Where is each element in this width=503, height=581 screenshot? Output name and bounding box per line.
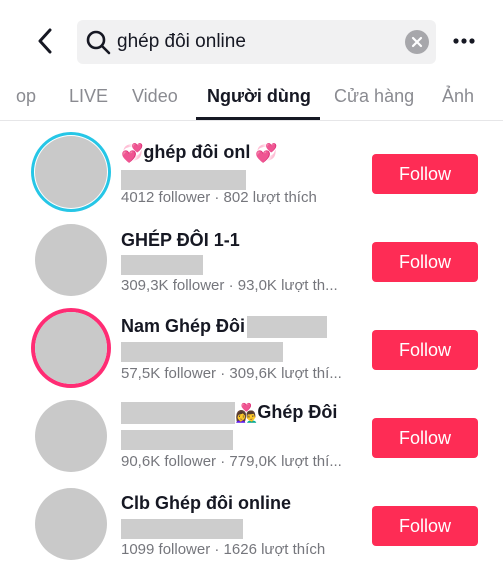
user-row[interactable]: Clb Ghép đôi online 1099 follower · 1626… <box>0 484 503 572</box>
avatar[interactable] <box>31 132 111 212</box>
tab-bar: op LIVE Video Người dùng Cửa hàng Ảnh <box>0 86 503 121</box>
search-query[interactable]: ghép đôi online <box>117 31 246 53</box>
redacted-handle <box>121 170 246 190</box>
user-row[interactable]: GHÉP ĐÔI 1-1 309,3K follower · 93,0K lượ… <box>0 220 503 308</box>
redacted-name <box>121 402 235 425</box>
avatar-image <box>35 488 107 560</box>
user-stats: 90,6K follower · 779,0K lượt thí... <box>121 453 342 470</box>
active-tab-indicator <box>196 117 320 120</box>
user-row[interactable]: Nam Ghép Đôi 57,5K follower · 309,6K lượ… <box>0 308 503 396</box>
avatar[interactable] <box>31 484 111 564</box>
user-name: Nam Ghép Đôi <box>121 316 328 339</box>
redacted-handle <box>121 519 243 539</box>
more-icon[interactable] <box>449 26 479 56</box>
user-name: 👩‍❤️‍👨Ghép Đôi <box>121 402 338 425</box>
user-name: GHÉP ĐÔI 1-1 <box>121 230 240 250</box>
top-bar: ghép đôi online <box>0 0 503 86</box>
tab-photos[interactable]: Ảnh <box>442 86 474 107</box>
clear-icon[interactable] <box>405 30 429 54</box>
follow-button[interactable]: Follow <box>372 330 478 370</box>
user-stats: 1099 follower · 1626 lượt thích <box>121 541 326 558</box>
tab-video[interactable]: Video <box>132 86 178 107</box>
user-name-text: ghép đôi onl <box>143 142 251 162</box>
avatar-image <box>35 224 107 296</box>
user-name-text: Ghép Đôi <box>257 402 338 422</box>
avatar[interactable] <box>31 308 111 388</box>
back-icon[interactable] <box>30 26 60 56</box>
follow-button[interactable]: Follow <box>372 154 478 194</box>
avatar[interactable] <box>31 220 111 300</box>
user-row[interactable]: 👩‍❤️‍👨Ghép Đôi 90,6K follower · 779,0K l… <box>0 396 503 484</box>
tab-live[interactable]: LIVE <box>69 86 108 107</box>
user-name-text: Nam Ghép Đôi <box>121 316 246 336</box>
user-stats: 4012 follower · 802 lượt thích <box>121 189 317 206</box>
user-stats: 309,3K follower · 93,0K lượt th... <box>121 277 338 294</box>
follow-button[interactable]: Follow <box>372 418 478 458</box>
couple-emoji-icon: 👩‍❤️‍👨 <box>235 402 258 423</box>
redacted-handle <box>121 255 203 275</box>
user-name: 💞ghép đôi onl 💞 <box>121 142 278 164</box>
avatar[interactable] <box>31 396 111 476</box>
heart-emoji-icon: 💞 <box>255 142 278 163</box>
user-stats: 57,5K follower · 309,6K lượt thí... <box>121 365 342 382</box>
heart-emoji-icon: 💞 <box>121 142 144 163</box>
tab-top[interactable]: op <box>16 86 36 107</box>
redacted-handle <box>121 430 233 450</box>
user-name: Clb Ghép đôi online <box>121 493 291 513</box>
avatar-image <box>35 400 107 472</box>
search-box[interactable]: ghép đôi online <box>77 20 436 64</box>
search-icon <box>86 30 111 55</box>
avatar-image <box>35 136 107 208</box>
follow-button[interactable]: Follow <box>372 242 478 282</box>
user-row[interactable]: 💞ghép đôi onl 💞 4012 follower · 802 lượt… <box>0 132 503 220</box>
avatar-image <box>35 312 107 384</box>
redacted-handle <box>121 342 283 362</box>
tab-users[interactable]: Người dùng <box>207 86 311 107</box>
tab-shop[interactable]: Cửa hàng <box>334 86 414 107</box>
redacted-name <box>247 316 328 339</box>
follow-button[interactable]: Follow <box>372 506 478 546</box>
